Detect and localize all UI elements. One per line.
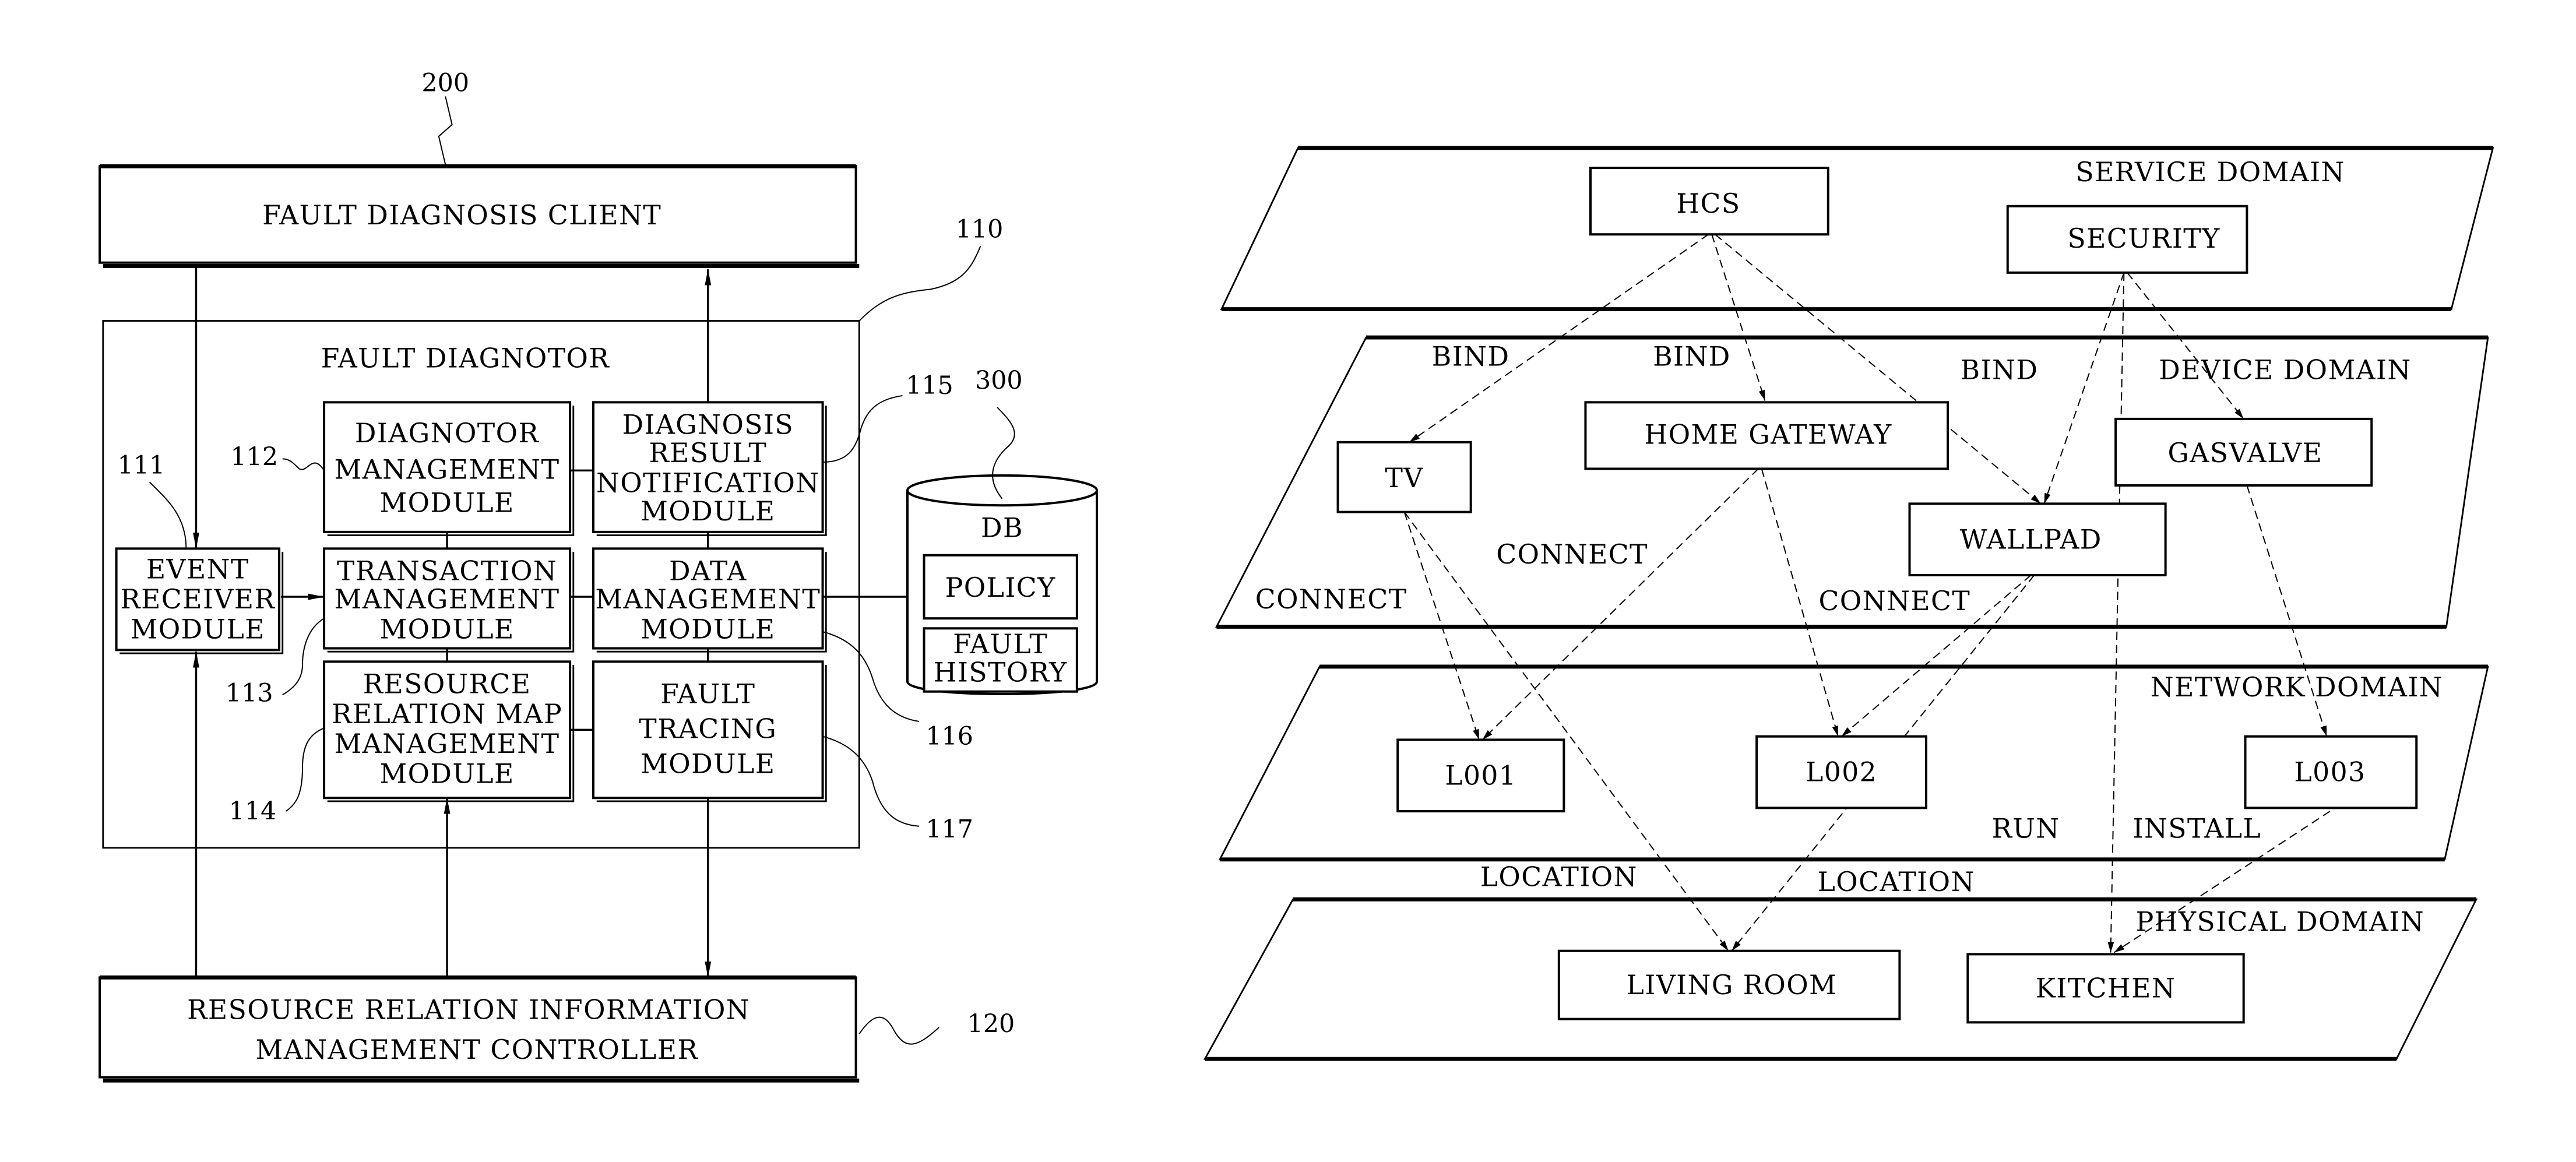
resource-map-line-4: MODULE [379, 759, 514, 790]
transaction-line-1: TRANSACTION [337, 556, 557, 587]
relation-connect-2: CONNECT [1255, 584, 1407, 615]
fault-history-line-1: FAULT [953, 629, 1048, 660]
ref-117: 117 [925, 815, 973, 844]
node-kitchen: KITCHEN [1966, 953, 2245, 1024]
relation-location-2: LOCATION [1818, 867, 1975, 897]
node-l003: L003 [2244, 735, 2418, 809]
diagnotor-mgmt-line-1: DIAGNOTOR [355, 418, 540, 449]
node-gasvalve: GASVALVE [2114, 417, 2373, 487]
ref-120: 120 [967, 1009, 1015, 1038]
fault-diagnosis-client: FAULT DIAGNOSIS CLIENT [98, 164, 860, 268]
controller-line-1: RESOURCE RELATION INFORMATION [187, 995, 750, 1026]
data-mgmt-line-2: MANAGEMENT [595, 584, 821, 615]
gasvalve-label: GASVALVE [2168, 438, 2323, 469]
diagnotor-label: FAULT DIAGNOTOR [321, 343, 610, 374]
notification-line-3: NOTIFICATION [596, 467, 820, 498]
ref-300: 300 [975, 367, 1023, 396]
relation-bind-3: BIND [1961, 354, 2039, 385]
home-gateway-label: HOME GATEWAY [1644, 420, 1892, 450]
hcs-label: HCS [1676, 188, 1740, 219]
fault-tracing-line-1: FAULT [660, 679, 755, 710]
service-domain-label: SERVICE DOMAIN [2075, 157, 2345, 188]
controller-line-2: MANAGEMENT CONTROLLER [256, 1034, 699, 1065]
diagnotor-management-module: DIAGNOTOR MANAGEMENT MODULE [323, 401, 575, 536]
node-l002: L002 [1755, 735, 1928, 809]
network-domain-label: NETWORK DOMAIN [2151, 672, 2443, 703]
notification-line-4: MODULE [641, 496, 775, 527]
ref-113: 113 [226, 679, 273, 708]
database-cylinder: DB POLICY FAULT HISTORY [906, 474, 1099, 695]
event-receiver-line-2: RECEIVER [120, 584, 275, 615]
tv-label: TV [1385, 463, 1424, 494]
node-living-room: LIVING ROOM [1557, 949, 1901, 1020]
node-security: SECURITY [2006, 205, 2248, 274]
transaction-management-module: TRANSACTION MANAGEMENT MODULE [323, 547, 575, 653]
relation-location-1: LOCATION [1480, 861, 1638, 892]
policy-label: POLICY [945, 572, 1056, 603]
l002-label: L002 [1806, 757, 1877, 788]
ref-115: 115 [906, 371, 953, 400]
ref-111: 111 [118, 451, 166, 480]
node-home-gateway: HOME GATEWAY [1584, 401, 1949, 470]
node-hcs: HCS [1589, 167, 1829, 236]
physical-domain-label: PHYSICAL DOMAIN [2136, 906, 2424, 937]
ref-116: 116 [925, 722, 973, 751]
ref-200: 200 [421, 69, 469, 98]
notification-line-1: DIAGNOSIS [622, 410, 794, 441]
relation-bind-2: BIND [1653, 341, 1731, 372]
transaction-line-3: MODULE [379, 614, 514, 645]
relation-connect-3: CONNECT [1818, 586, 1970, 617]
ref-114: 114 [229, 797, 277, 826]
event-receiver-line-3: MODULE [131, 614, 265, 645]
relation-run: RUN [1992, 814, 2060, 844]
data-management-module: DATA MANAGEMENT MODULE [592, 547, 827, 653]
transaction-line-2: MANAGEMENT [335, 584, 560, 615]
resource-map-line-1: RESOURCE [363, 669, 532, 700]
diagnotor-mgmt-line-2: MANAGEMENT [335, 455, 560, 485]
l001-label: L001 [1445, 760, 1516, 791]
figure-canvas: FAULT DIAGNOSIS CLIENT 200 FAULT DIAGNOT… [98, 69, 2494, 1083]
db-label: DB [981, 512, 1023, 543]
node-l001: L001 [1396, 738, 1565, 813]
event-receiver-module: EVENT RECEIVER MODULE [115, 547, 284, 654]
node-tv: TV [1336, 441, 1472, 513]
ref-leader-110 [858, 245, 981, 322]
diagnotor-mgmt-line-3: MODULE [379, 488, 514, 519]
left-block-diagram: FAULT DIAGNOSIS CLIENT 200 FAULT DIAGNOT… [98, 69, 1099, 1083]
kitchen-label: KITCHEN [2036, 973, 2176, 1004]
resource-map-line-2: RELATION MAP [332, 699, 562, 730]
wallpad-label: WALLPAD [1960, 524, 2102, 555]
event-receiver-line-1: EVENT [146, 554, 249, 585]
data-mgmt-line-3: MODULE [641, 614, 775, 645]
resource-relation-map-module: RESOURCE RELATION MAP MANAGEMENT MODULE [323, 660, 575, 802]
ref-leader-200 [438, 96, 453, 165]
service-domain-plane: SERVICE DOMAIN [1220, 146, 2494, 312]
client-label: FAULT DIAGNOSIS CLIENT [262, 200, 661, 231]
data-mgmt-line-1: DATA [669, 556, 747, 587]
relation-bind-1: BIND [1432, 341, 1510, 372]
fault-tracing-module: FAULT TRACING MODULE [592, 660, 827, 802]
fault-history-line-2: HISTORY [934, 657, 1068, 688]
notification-line-2: RESULT [649, 438, 767, 469]
resource-map-line-3: MANAGEMENT [335, 728, 560, 759]
relation-connect-1: CONNECT [1496, 539, 1648, 570]
fault-tracing-line-2: TRACING [639, 714, 777, 745]
node-wallpad: WALLPAD [1908, 502, 2167, 577]
l003-label: L003 [2294, 757, 2366, 788]
relation-install: INSTALL [2133, 814, 2262, 844]
fault-tracing-line-3: MODULE [641, 748, 775, 779]
ref-leader-120 [858, 1016, 939, 1045]
resource-relation-information-management-controller: RESOURCE RELATION INFORMATION MANAGEMENT… [98, 975, 860, 1083]
security-label: SECURITY [2067, 223, 2220, 254]
living-room-label: LIVING ROOM [1627, 970, 1838, 1001]
right-layered-domain-diagram: SERVICE DOMAIN DEVICE DOMAIN NETWORK DOM… [1203, 146, 2494, 1061]
ref-112: 112 [230, 443, 278, 472]
diagnosis-result-notification-module: DIAGNOSIS RESULT NOTIFICATION MODULE [592, 401, 827, 536]
ref-110: 110 [956, 215, 1004, 244]
